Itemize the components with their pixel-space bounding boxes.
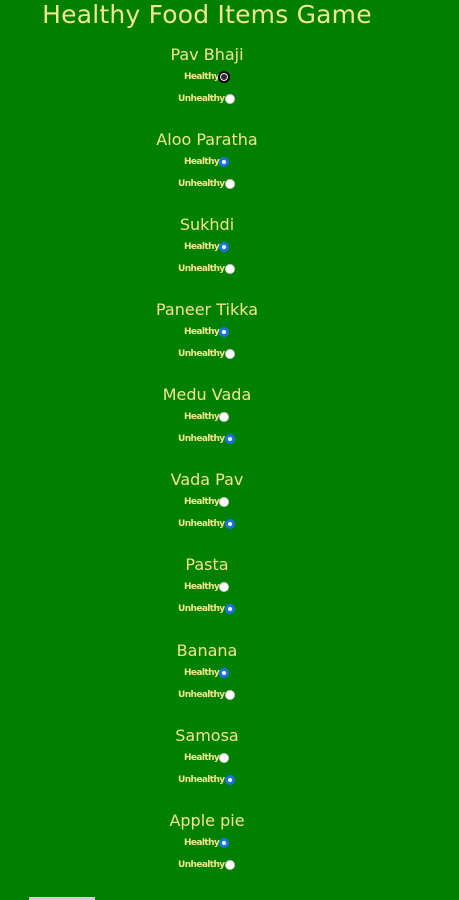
healthy-radio[interactable] (219, 327, 230, 337)
unhealthy-radio[interactable] (224, 775, 235, 785)
healthy-option[interactable]: Healthy (184, 751, 230, 765)
unhealthy-option[interactable]: Unhealthy (178, 773, 235, 787)
healthy-radio[interactable] (219, 838, 230, 848)
food-name: Sukhdi (179, 215, 235, 234)
food-item-pasta: Pasta Healthy Unhealthy (0, 553, 414, 633)
unhealthy-option[interactable]: Unhealthy (178, 177, 235, 191)
healthy-radio[interactable] (219, 753, 230, 763)
food-item-sukhdi: Sukhdi Healthy Unhealthy (0, 213, 414, 293)
healthy-radio[interactable] (219, 497, 230, 507)
unhealthy-radio[interactable] (224, 860, 235, 870)
food-name: Pav Bhaji (170, 45, 244, 64)
healthy-label: Healthy (184, 157, 220, 167)
healthy-radio[interactable] (219, 157, 230, 167)
food-item-samosa: Samosa Healthy Unhealthy (0, 724, 414, 804)
healthy-label: Healthy (184, 412, 220, 422)
food-name: Aloo Paratha (156, 130, 258, 149)
healthy-radio[interactable] (219, 242, 230, 252)
unhealthy-label: Unhealthy (178, 434, 225, 444)
unhealthy-option[interactable]: Unhealthy (178, 262, 235, 276)
unhealthy-radio[interactable] (224, 179, 235, 189)
food-name: Vada Pav (170, 470, 244, 489)
healthy-label: Healthy (184, 242, 220, 252)
unhealthy-option[interactable]: Unhealthy (178, 92, 235, 106)
unhealthy-option[interactable]: Unhealthy (178, 858, 235, 872)
healthy-label: Healthy (184, 753, 220, 763)
food-name: Paneer Tikka (155, 300, 258, 319)
food-item-apple-pie: Apple pie Healthy Unhealthy (0, 809, 414, 889)
food-item-pav-bhaji: Pav Bhaji Healthy Unhealthy (0, 43, 414, 123)
unhealthy-label: Unhealthy (178, 179, 225, 189)
food-item-vada-pav: Vada Pav Healthy Unhealthy (0, 468, 414, 548)
healthy-option[interactable]: Healthy (184, 240, 230, 254)
unhealthy-radio[interactable] (224, 264, 235, 274)
healthy-radio[interactable] (218, 71, 231, 83)
healthy-option[interactable]: Healthy (184, 495, 230, 509)
unhealthy-label: Unhealthy (178, 604, 225, 614)
healthy-radio[interactable] (219, 582, 230, 592)
unhealthy-radio[interactable] (224, 690, 235, 700)
healthy-radio[interactable] (219, 412, 230, 422)
unhealthy-radio[interactable] (224, 519, 235, 529)
healthy-label: Healthy (184, 838, 220, 848)
unhealthy-option[interactable]: Unhealthy (178, 517, 235, 531)
unhealthy-label: Unhealthy (178, 860, 225, 870)
healthy-option[interactable]: Healthy (184, 70, 231, 84)
food-name: Samosa (175, 726, 239, 745)
unhealthy-option[interactable]: Unhealthy (178, 688, 235, 702)
unhealthy-label: Unhealthy (178, 264, 225, 274)
healthy-option[interactable]: Healthy (184, 666, 230, 680)
healthy-option[interactable]: Healthy (184, 836, 230, 850)
healthy-label: Healthy (184, 72, 220, 82)
food-name: Medu Vada (162, 385, 252, 404)
food-name: Apple pie (169, 811, 245, 830)
unhealthy-radio[interactable] (224, 349, 235, 359)
food-name: Banana (176, 641, 238, 660)
unhealthy-option[interactable]: Unhealthy (178, 602, 235, 616)
unhealthy-label: Unhealthy (178, 94, 225, 104)
unhealthy-label: Unhealthy (178, 349, 225, 359)
healthy-option[interactable]: Healthy (184, 410, 230, 424)
healthy-option[interactable]: Healthy (184, 580, 230, 594)
food-item-medu-vada: Medu Vada Healthy Unhealthy (0, 383, 414, 463)
unhealthy-label: Unhealthy (178, 690, 225, 700)
healthy-label: Healthy (184, 497, 220, 507)
food-name: Pasta (185, 555, 229, 574)
unhealthy-option[interactable]: Unhealthy (178, 347, 235, 361)
food-item-banana: Banana Healthy Unhealthy (0, 639, 414, 719)
unhealthy-radio[interactable] (224, 94, 235, 104)
healthy-label: Healthy (184, 582, 220, 592)
healthy-option[interactable]: Healthy (184, 155, 230, 169)
unhealthy-option[interactable]: Unhealthy (178, 432, 235, 446)
healthy-label: Healthy (184, 327, 220, 337)
healthy-label: Healthy (184, 668, 220, 678)
food-item-paneer-tikka: Paneer Tikka Healthy Unhealthy (0, 298, 414, 378)
food-item-aloo-paratha: Aloo Paratha Healthy Unhealthy (0, 128, 414, 208)
unhealthy-label: Unhealthy (178, 775, 225, 785)
healthy-option[interactable]: Healthy (184, 325, 230, 339)
healthy-radio[interactable] (219, 668, 230, 678)
unhealthy-label: Unhealthy (178, 519, 225, 529)
page-title: Healthy Food Items Game (42, 0, 372, 29)
unhealthy-radio[interactable] (224, 604, 235, 614)
unhealthy-radio[interactable] (224, 434, 235, 444)
